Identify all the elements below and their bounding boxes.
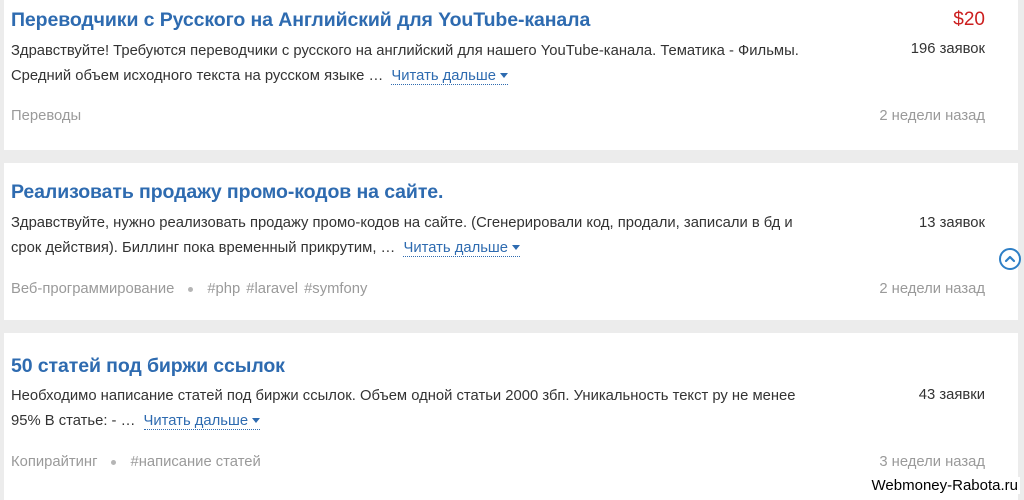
job-description-text: Необходимо написание статей под биржи сс… <box>11 388 796 429</box>
read-more-label: Читать дальше <box>391 67 496 84</box>
job-card: Переводчики с Русского на Английский для… <box>4 0 1018 150</box>
job-title-link[interactable]: Реализовать продажу промо-кодов на сайте… <box>11 181 443 204</box>
job-price: $20 <box>953 9 985 30</box>
read-more-link[interactable]: Читать дальше <box>403 239 521 257</box>
scroll-to-top-button[interactable] <box>999 248 1021 270</box>
job-tag[interactable]: #написание статей <box>130 454 260 470</box>
job-description: Необходимо написание статей под биржи сс… <box>11 384 811 433</box>
watermark: Webmoney-Rabota.ru <box>869 477 1020 494</box>
separator-dot <box>188 286 194 292</box>
read-more-label: Читать дальше <box>403 239 509 256</box>
job-card: Реализовать продажу промо-кодов на сайте… <box>4 163 1018 320</box>
read-more-link[interactable]: Читать дальше <box>391 67 508 85</box>
job-tag[interactable]: #laravel <box>246 281 298 297</box>
job-meta: Копирайтинг #написание статей <box>11 454 267 470</box>
job-card: 50 статей под биржи ссылок Необходимо на… <box>4 333 1018 500</box>
job-category-link[interactable]: Копирайтинг <box>11 454 97 470</box>
job-category-link[interactable]: Переводы <box>11 108 81 124</box>
job-bids-count: 196 заявок <box>910 41 985 57</box>
caret-down-icon <box>499 73 508 79</box>
job-bids-count: 13 заявок <box>919 215 985 231</box>
chevron-up-icon <box>1004 255 1016 263</box>
job-description: Здравствуйте! Требуются переводчики с ру… <box>11 39 811 88</box>
job-category-link[interactable]: Веб-программирование <box>11 281 174 297</box>
job-meta: Переводы <box>11 108 81 124</box>
caret-down-icon <box>512 245 521 251</box>
job-posted-time: 3 недели назад <box>879 454 985 470</box>
job-description: Здравствуйте, нужно реализовать продажу … <box>11 211 811 260</box>
job-posted-time: 2 недели назад <box>879 281 985 297</box>
job-meta: Веб-программирование #php #laravel #symfony <box>11 281 373 297</box>
separator-dot <box>111 459 117 465</box>
job-bids-count: 43 заявки <box>918 387 985 403</box>
job-tag[interactable]: #php <box>207 281 240 297</box>
job-feed: Переводчики с Русского на Английский для… <box>0 0 1024 500</box>
job-title-link[interactable]: Переводчики с Русского на Английский для… <box>11 9 590 32</box>
caret-down-icon <box>252 418 261 424</box>
job-tag[interactable]: #symfony <box>304 281 367 297</box>
job-description-text: Здравствуйте, нужно реализовать продажу … <box>11 215 793 256</box>
read-more-label: Читать дальше <box>143 412 249 429</box>
job-posted-time: 2 недели назад <box>879 108 985 124</box>
job-title-link[interactable]: 50 статей под биржи ссылок <box>11 355 285 378</box>
read-more-link[interactable]: Читать дальше <box>143 412 261 430</box>
